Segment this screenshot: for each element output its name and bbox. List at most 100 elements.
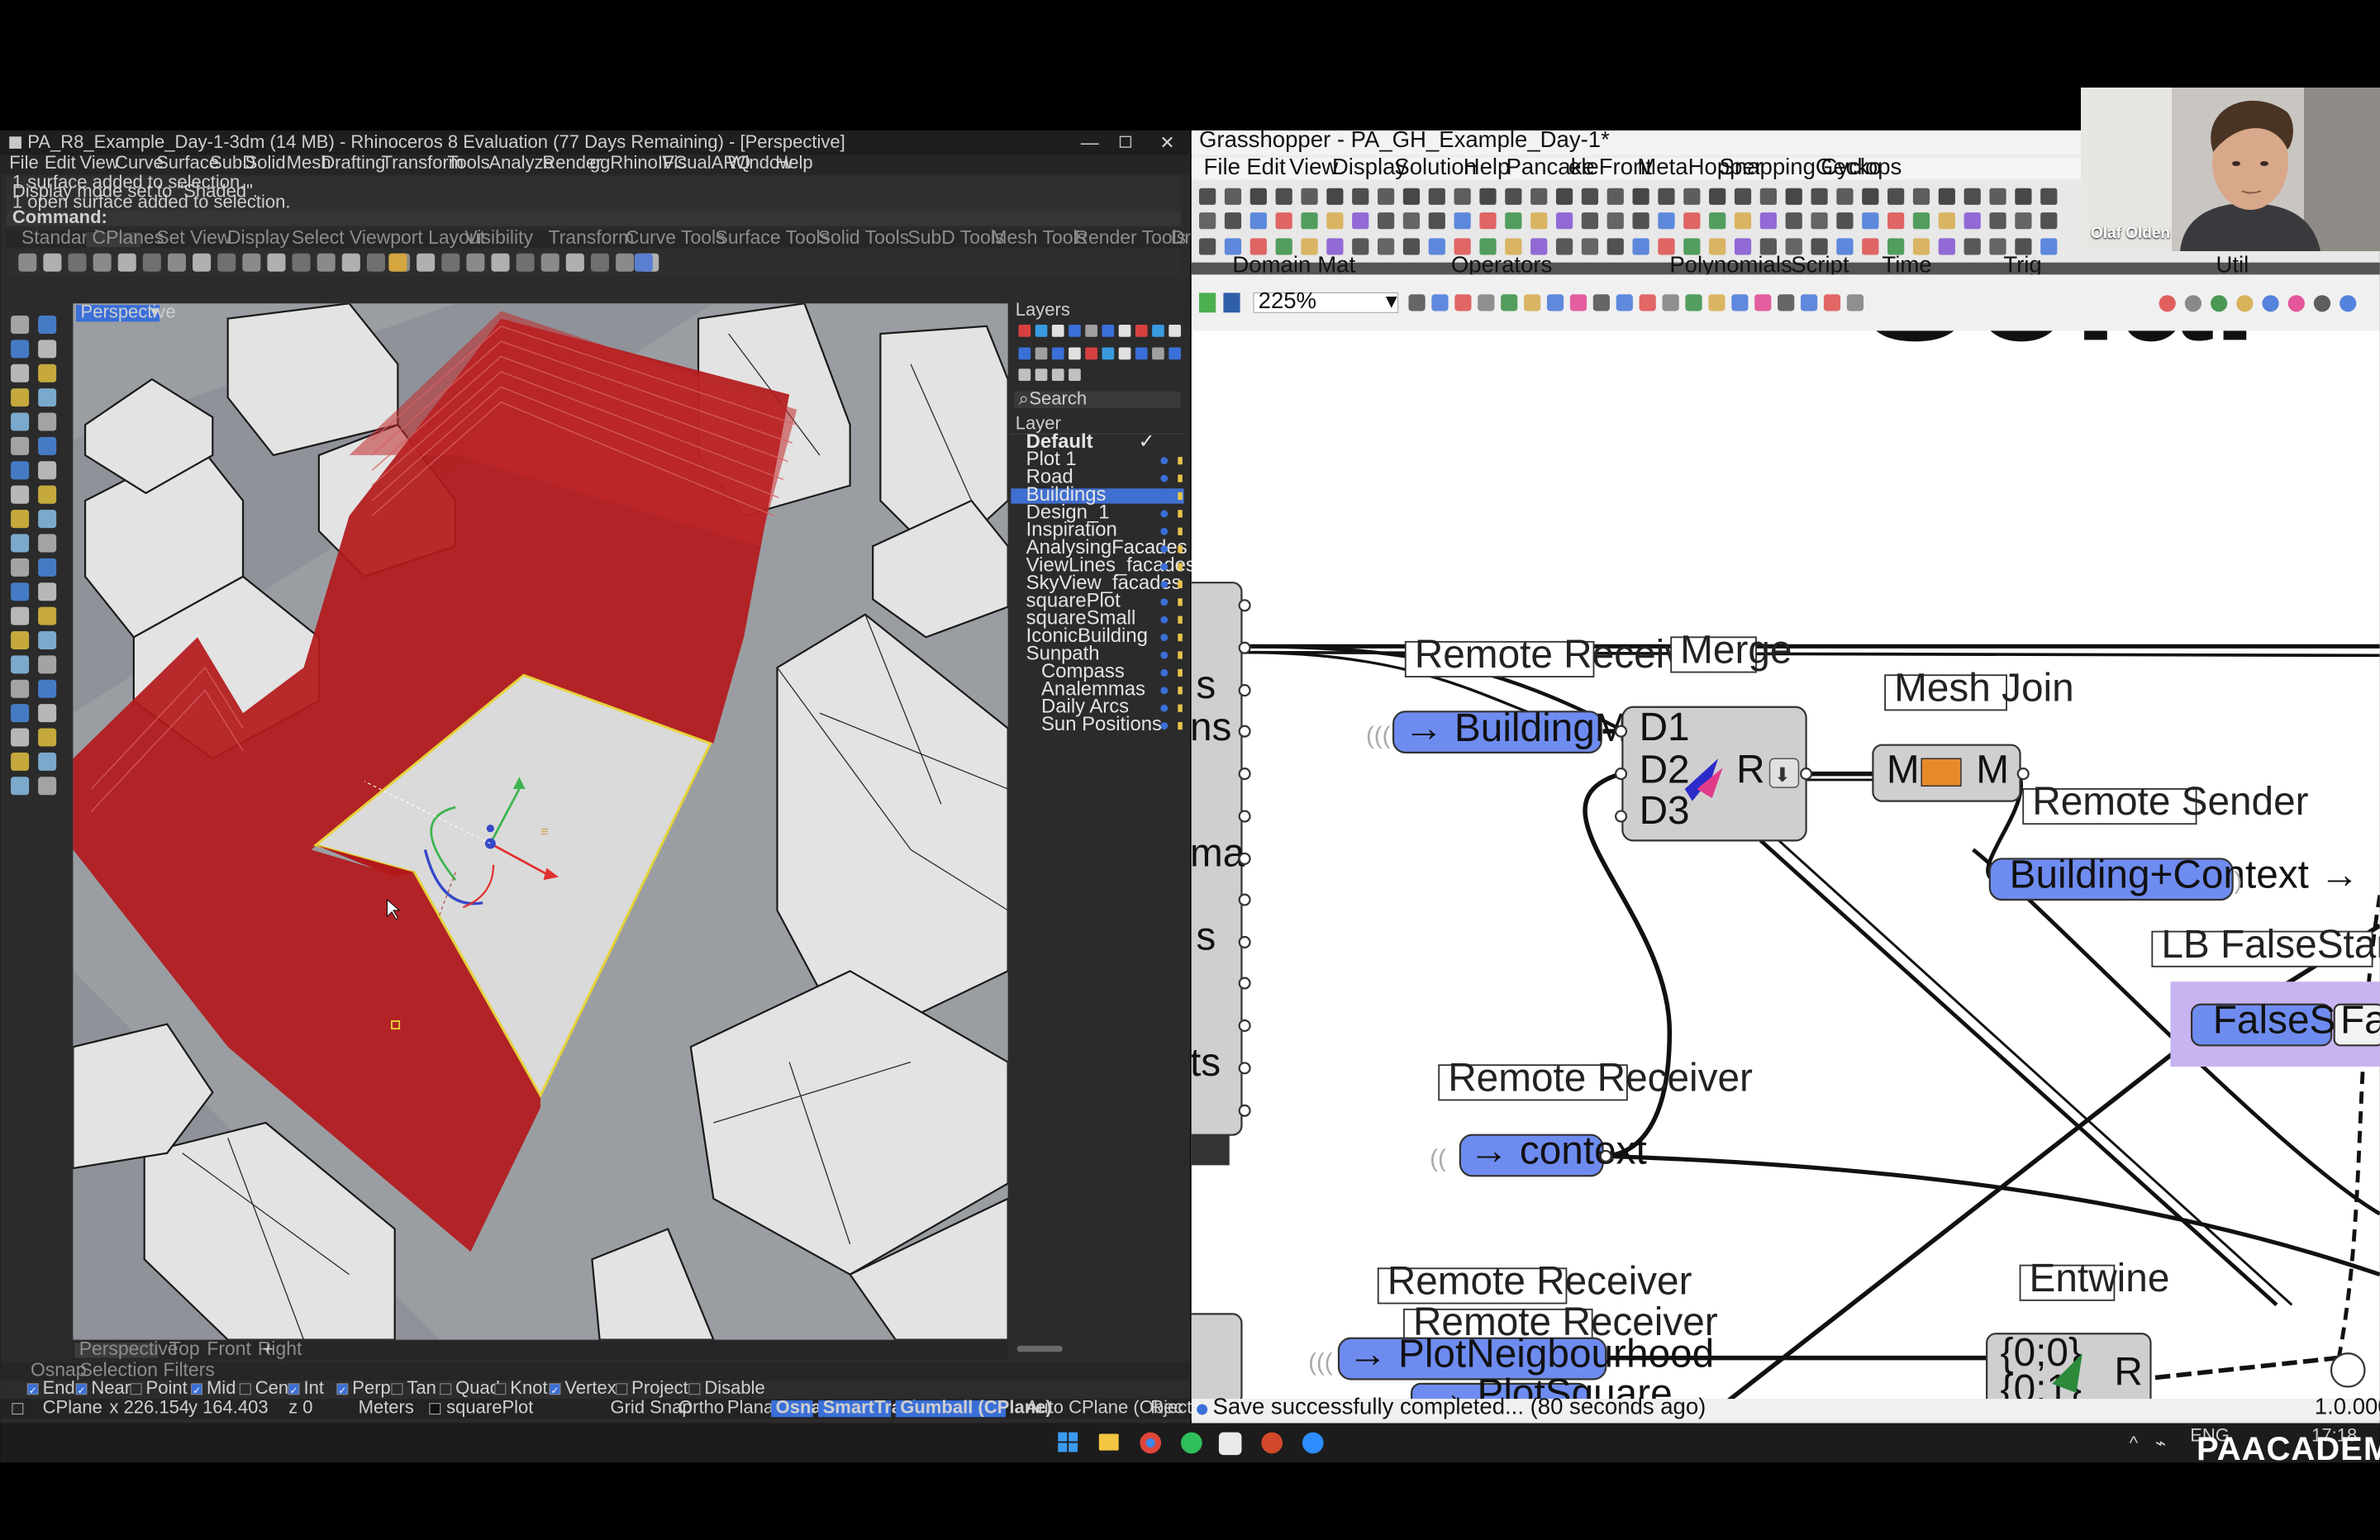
left-tool-icon[interactable]: [11, 655, 30, 674]
osnap-checkbox[interactable]: [616, 1383, 628, 1395]
toolbar-tool-icon[interactable]: [242, 253, 261, 272]
toolbar-tool-icon[interactable]: [68, 253, 87, 272]
gh-component-icon[interactable]: [1912, 188, 1930, 205]
layer-tool-icon[interactable]: [1018, 368, 1031, 381]
layer-visibility-bulb-icon[interactable]: [1160, 580, 1169, 588]
gh-group-domain[interactable]: Domain: [1232, 252, 1311, 278]
gh-menu-file[interactable]: File: [1204, 154, 1240, 179]
toolbar-tool-icon[interactable]: [416, 253, 436, 272]
close-icon[interactable]: ✕: [1159, 132, 1174, 153]
layer-tool-icon[interactable]: [1069, 347, 1081, 360]
toolbar-tool-icon[interactable]: [540, 253, 559, 272]
layer-visibility-bulb-icon[interactable]: [1160, 545, 1169, 554]
gh-component-icon[interactable]: [1352, 212, 1369, 230]
save-file-icon[interactable]: [1223, 292, 1240, 313]
left-tool-icon[interactable]: [38, 558, 57, 577]
gh-component-icon[interactable]: [1581, 188, 1599, 205]
layer-visibility-bulb-icon[interactable]: [1160, 510, 1169, 518]
layer-lock-icon[interactable]: [1178, 704, 1183, 712]
status-record[interactable]: Rec: [1150, 1397, 1183, 1418]
render-tool-icon[interactable]: [634, 253, 653, 272]
gh-canvas-tool-icon[interactable]: [1708, 294, 1726, 311]
gh-component-icon[interactable]: [1301, 212, 1318, 230]
gh-canvas[interactable]: Solar: [1154, 188, 2380, 1424]
gh-component-icon[interactable]: [1428, 212, 1445, 230]
layer-visibility-bulb-icon[interactable]: [1160, 563, 1169, 571]
status-y[interactable]: y 164.403: [188, 1397, 269, 1418]
lb-falsestart-toggle[interactable]: LB FalseStart Toggle FalseStart Fa: [2151, 923, 2380, 1067]
gh-component-icon[interactable]: [1275, 212, 1292, 230]
osnap-checkbox[interactable]: [440, 1383, 452, 1395]
layer-lock-icon[interactable]: [1178, 545, 1183, 554]
gh-component-icon[interactable]: [1759, 188, 1777, 205]
left-tool-icon[interactable]: [11, 315, 30, 335]
gh-component-icon[interactable]: [1454, 188, 1471, 205]
layer-lock-icon[interactable]: [1178, 721, 1183, 730]
gh-component-icon[interactable]: [1606, 212, 1624, 230]
gh-component-icon[interactable]: [1785, 212, 1802, 230]
osnap-checkbox[interactable]: [494, 1383, 507, 1395]
gh-group-time[interactable]: Time: [1882, 252, 1931, 278]
layer-visibility-bulb-icon[interactable]: [1160, 668, 1169, 677]
osnap-checkbox[interactable]: [130, 1383, 142, 1395]
left-tool-icon[interactable]: [38, 510, 57, 529]
left-tool-icon[interactable]: [38, 655, 57, 674]
layer-tool-icon[interactable]: [1102, 325, 1115, 337]
gh-menu-edit[interactable]: Edit: [1246, 154, 1286, 179]
layer-tool-icon[interactable]: [1135, 325, 1148, 337]
gh-component-icon[interactable]: [1658, 212, 1675, 230]
gh-component-icon[interactable]: [1402, 212, 1421, 230]
gh-component-icon[interactable]: [1224, 212, 1242, 230]
toolbar-tool-icon[interactable]: [616, 253, 635, 272]
gh-canvas-tool-icon[interactable]: [1408, 294, 1426, 311]
layer-tool-icon[interactable]: [1051, 325, 1064, 337]
left-tool-icon[interactable]: [38, 728, 57, 747]
layer-lock-icon[interactable]: [1178, 668, 1183, 677]
gh-component-icon[interactable]: [1811, 212, 1828, 230]
left-tool-icon[interactable]: [11, 777, 30, 796]
left-tool-icon[interactable]: [11, 510, 30, 529]
toolbar-tool-icon[interactable]: [217, 253, 236, 272]
gh-component-icon[interactable]: [1709, 212, 1726, 230]
gh-menu-cyclops[interactable]: Cyclops: [1821, 154, 1902, 179]
left-tool-icon[interactable]: [11, 606, 30, 625]
toolbar-tool-icon[interactable]: [267, 253, 286, 272]
left-tool-icon[interactable]: [38, 436, 57, 455]
left-tool-icon[interactable]: [11, 679, 30, 698]
gh-component-icon[interactable]: [1479, 188, 1497, 205]
gh-component-icon[interactable]: [2015, 188, 2032, 205]
toolbar-tab-visibility[interactable]: Visibility: [465, 226, 534, 248]
layer-tool-icon[interactable]: [1051, 347, 1064, 360]
layer-scrollbar[interactable]: [1016, 1345, 1063, 1352]
gh-component-icon[interactable]: [1530, 212, 1548, 230]
gh-display-icon[interactable]: [2262, 295, 2279, 312]
left-tool-icon[interactable]: [38, 340, 57, 359]
whatsapp-icon[interactable]: [1180, 1432, 1202, 1454]
toolbar-tool-icon[interactable]: [317, 253, 336, 272]
left-tool-icon[interactable]: [38, 461, 57, 480]
rhino-menu-drafting[interactable]: Drafting: [321, 152, 385, 173]
gh-component-icon[interactable]: [1555, 188, 1573, 205]
layer-tool-icon[interactable]: [1169, 347, 1181, 360]
gh-display-icon[interactable]: [2313, 295, 2331, 312]
left-tool-icon[interactable]: [11, 388, 30, 407]
layer-lock-icon[interactable]: [1178, 616, 1183, 624]
toolbar-tool-icon[interactable]: [167, 253, 187, 272]
left-tool-icon[interactable]: [38, 606, 57, 625]
left-tool-icon[interactable]: [11, 364, 30, 383]
gh-display-icon[interactable]: [2287, 295, 2305, 312]
gh-canvas-tool-icon[interactable]: [1501, 294, 1518, 311]
left-tool-icon[interactable]: [38, 704, 57, 723]
toolbar-tab-curve-tools[interactable]: Curve Tools: [626, 226, 726, 248]
gh-display-icon[interactable]: [2340, 295, 2357, 312]
gh-component-icon[interactable]: [1555, 238, 1573, 255]
left-tool-icon[interactable]: [11, 704, 30, 723]
gh-component-icon[interactable]: [1862, 212, 1879, 230]
left-tool-icon[interactable]: [11, 558, 30, 577]
layer-tool-icon[interactable]: [1018, 347, 1031, 360]
gh-canvas-tool-icon[interactable]: [1778, 294, 1795, 311]
relay-node[interactable]: [2330, 1352, 2366, 1388]
gh-canvas-tool-icon[interactable]: [1431, 294, 1449, 311]
layer-tool-icon[interactable]: [1102, 347, 1115, 360]
toolbar-tab-transform[interactable]: Transform: [549, 226, 635, 248]
